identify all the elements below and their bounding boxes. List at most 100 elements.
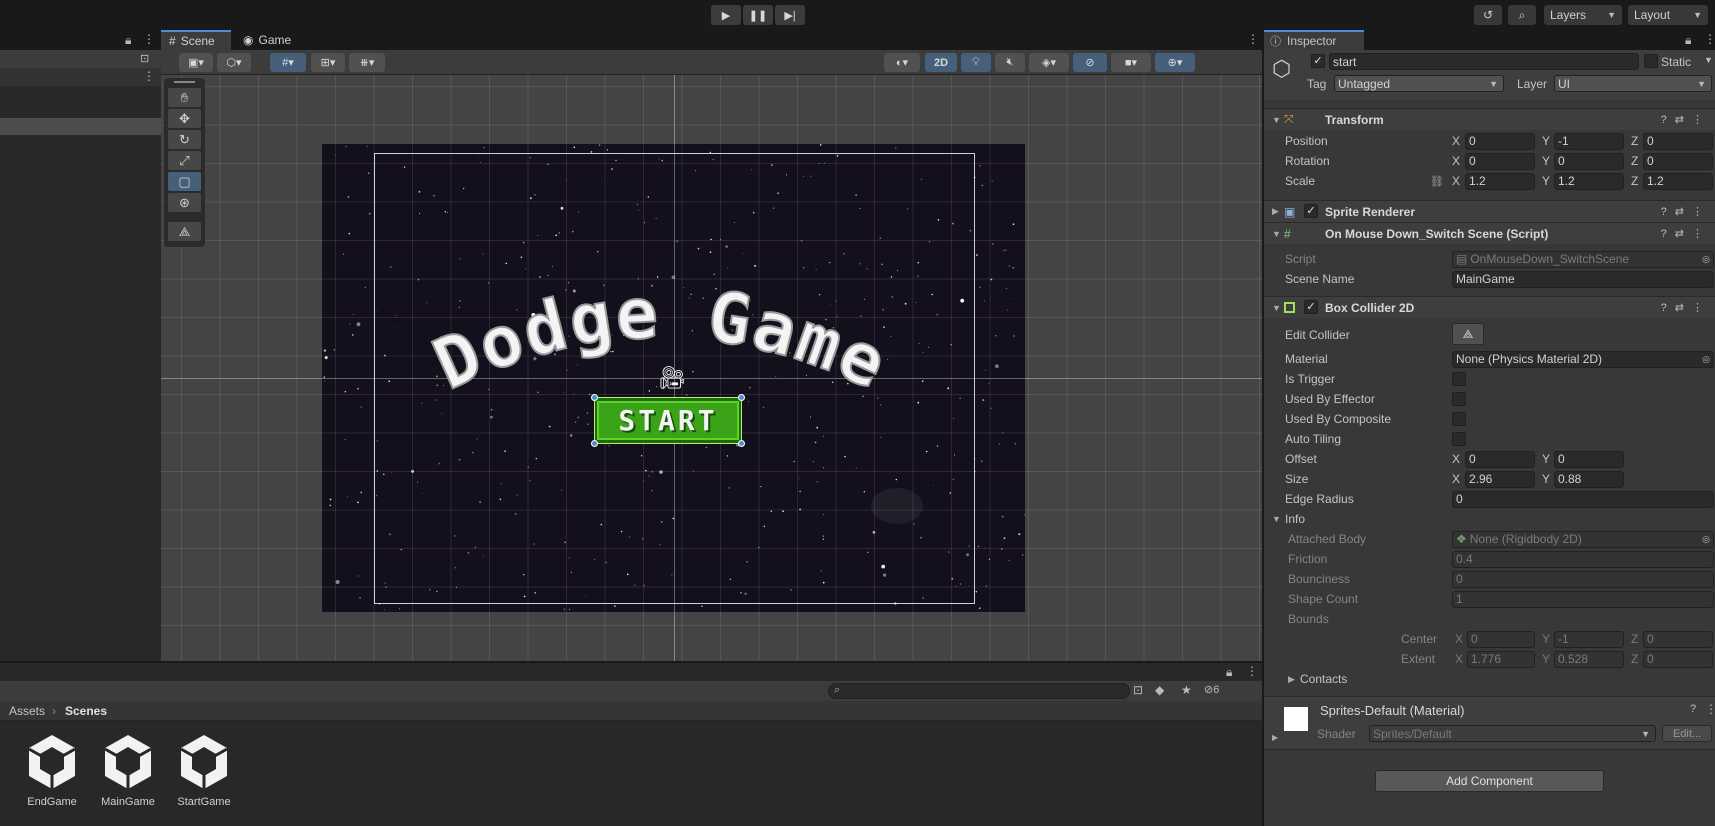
sprite-renderer-header[interactable]: ▶ ▣ ✓ Sprite Renderer ?⇄⋮: [1264, 200, 1715, 222]
rotation-x-field[interactable]: 0: [1465, 152, 1535, 170]
object-name-field[interactable]: start: [1329, 53, 1639, 70]
camera-dropdown[interactable]: ■▾: [1111, 53, 1151, 72]
position-z-field[interactable]: 0: [1643, 132, 1713, 150]
link-broken-icon[interactable]: ⛓︎: [1430, 175, 1444, 188]
rect-handle-top-left[interactable]: [591, 394, 598, 401]
tag-dropdown[interactable]: Untagged ▼: [1334, 75, 1504, 92]
rect-handle-bottom-right[interactable]: [738, 440, 745, 447]
kebab-menu-icon[interactable]: ⋮: [1705, 702, 1715, 716]
gizmos-dropdown[interactable]: ⊕▾: [1155, 53, 1195, 72]
sprite-renderer-enabled-checkbox[interactable]: ✓: [1304, 204, 1318, 218]
kebab-menu-icon[interactable]: ⋮: [1247, 32, 1259, 46]
audio-toggle[interactable]: 🔇︎: [995, 53, 1025, 72]
breadcrumb-assets[interactable]: Assets: [9, 704, 45, 718]
tab-game[interactable]: ◉ Game: [235, 30, 305, 50]
search-by-type-icon[interactable]: ⊡: [1133, 683, 1143, 697]
position-x-field[interactable]: 0: [1465, 132, 1535, 150]
used-by-composite-checkbox[interactable]: [1452, 412, 1466, 426]
position-y-field[interactable]: -1: [1554, 132, 1624, 150]
rotation-y-field[interactable]: 0: [1554, 152, 1624, 170]
move-tool[interactable]: ✥: [168, 109, 201, 128]
lock-icon[interactable]: 🔒︎: [1685, 33, 1691, 48]
chevron-down-icon[interactable]: ▼: [1704, 55, 1713, 65]
component-actions[interactable]: ?⇄⋮: [1661, 205, 1711, 218]
lock-icon[interactable]: 🔒︎: [1226, 665, 1232, 680]
hand-tool[interactable]: ✋︎: [168, 88, 201, 107]
pause-button[interactable]: ❚❚: [743, 5, 773, 25]
scale-y-field[interactable]: 1.2: [1554, 172, 1624, 190]
size-x-field[interactable]: 2.96: [1465, 470, 1535, 488]
scale-x-field[interactable]: 1.2: [1465, 172, 1535, 190]
kebab-menu-icon[interactable]: ⋮: [1704, 32, 1715, 46]
tab-scene[interactable]: # Scene: [161, 30, 231, 50]
used-by-effector-checkbox[interactable]: [1452, 392, 1466, 406]
rect-handle-top-right[interactable]: [738, 394, 745, 401]
box-collider-header[interactable]: ▼ ✓ Box Collider 2D ?⇄⋮: [1264, 296, 1715, 318]
gameobject-cube-icon[interactable]: ⬡: [1272, 56, 1291, 82]
shader-edit-button[interactable]: Edit...: [1662, 725, 1712, 742]
hierarchy-search-bar[interactable]: ⊡: [0, 50, 161, 68]
active-checkbox[interactable]: ✓: [1311, 54, 1325, 68]
foldout-collapsed-icon[interactable]: ▶: [1272, 733, 1278, 742]
scene-name-field[interactable]: MainGame: [1452, 270, 1714, 288]
asset-scene-startgame[interactable]: StartGame: [166, 733, 242, 808]
component-actions[interactable]: ?⇄⋮: [1661, 113, 1711, 126]
lighting-toggle[interactable]: 💡︎: [961, 53, 991, 72]
offset-x-field[interactable]: 0: [1465, 450, 1535, 468]
search-filter-icon[interactable]: ⊡: [140, 52, 149, 65]
drag-handle[interactable]: [174, 81, 195, 83]
material-preview[interactable]: [1284, 707, 1308, 731]
rotate-tool[interactable]: ↻: [168, 130, 201, 149]
edit-collider-button[interactable]: ⟁: [1452, 323, 1484, 345]
gizmo-grid-dropdown[interactable]: ⧻▾: [349, 53, 385, 72]
step-button[interactable]: ▶|: [775, 5, 805, 25]
hidden-packages-toggle[interactable]: ⊘6: [1204, 683, 1219, 696]
is-trigger-checkbox[interactable]: [1452, 372, 1466, 386]
custom-tool[interactable]: ⟁: [168, 222, 201, 241]
scale-tool[interactable]: ⤢: [168, 151, 201, 170]
material-field[interactable]: None (Physics Material 2D) ◎: [1452, 350, 1714, 368]
rect-tool[interactable]: ▢: [168, 172, 201, 191]
tab-inspector[interactable]: ⓘ Inspector: [1264, 30, 1364, 50]
history-button[interactable]: ↺: [1474, 5, 1502, 25]
attached-body-field[interactable]: ❖ None (Rigidbody 2D) ◎: [1452, 530, 1714, 548]
layers-dropdown[interactable]: Layers ▼: [1544, 5, 1622, 25]
contacts-foldout-row[interactable]: ▶ Contacts: [1264, 670, 1715, 688]
breadcrumb-scenes[interactable]: Scenes: [65, 704, 107, 718]
project-search-input[interactable]: ⌕: [828, 683, 1130, 699]
2d-mode-toggle[interactable]: 2D: [925, 53, 957, 72]
transform-header[interactable]: ▼ ⤧ Transform ?⇄⋮: [1264, 108, 1715, 130]
help-icon[interactable]: ?: [1690, 703, 1696, 715]
auto-tiling-checkbox[interactable]: [1452, 432, 1466, 446]
asset-scene-maingame[interactable]: MainGame: [90, 733, 166, 808]
hierarchy-scene-row[interactable]: ⋮: [0, 68, 161, 86]
asset-scene-endgame[interactable]: EndGame: [14, 733, 90, 808]
lock-icon[interactable]: 🔒︎: [125, 33, 131, 48]
scene-view[interactable]: Dodge Game 🎥︎ START ✋︎ ✥ ↻ ⤢ ▢ ⊛ ⟁: [161, 75, 1262, 661]
size-y-field[interactable]: 0.88: [1554, 470, 1624, 488]
rotation-z-field[interactable]: 0: [1643, 152, 1713, 170]
grid-snap-dropdown[interactable]: #▾: [270, 53, 306, 72]
box-collider-enabled-checkbox[interactable]: ✓: [1304, 300, 1318, 314]
kebab-menu-icon[interactable]: ⋮: [143, 32, 155, 46]
draw-mode-dropdown[interactable]: ▣▾: [179, 53, 213, 72]
hierarchy-selected-row[interactable]: [0, 118, 161, 135]
component-actions[interactable]: ?⇄⋮: [1661, 301, 1711, 314]
add-component-button[interactable]: Add Component: [1375, 770, 1604, 792]
layer-dropdown[interactable]: UI ▼: [1554, 75, 1712, 92]
kebab-menu-icon[interactable]: ⋮: [1246, 664, 1258, 678]
transform-tool[interactable]: ⊛: [168, 193, 201, 212]
static-checkbox[interactable]: [1644, 54, 1658, 68]
effects-dropdown[interactable]: ◈▾: [1029, 53, 1069, 72]
edge-radius-field[interactable]: 0: [1452, 490, 1714, 508]
shading-dropdown[interactable]: ◐▾: [884, 53, 920, 72]
rect-handle-bottom-left[interactable]: [591, 440, 598, 447]
kebab-menu-icon[interactable]: ⋮: [143, 69, 155, 83]
info-foldout-row[interactable]: ▼ Info: [1264, 510, 1715, 528]
render-mode-dropdown[interactable]: ⬡▾: [217, 53, 251, 72]
script-field[interactable]: ▤ OnMouseDown_SwitchScene ◎: [1452, 250, 1714, 268]
scale-z-field[interactable]: 1.2: [1643, 172, 1713, 190]
favorite-star-icon[interactable]: ★: [1181, 683, 1192, 697]
script-component-header[interactable]: ▼ # On Mouse Down_Switch Scene (Script) …: [1264, 222, 1715, 244]
layout-dropdown[interactable]: Layout ▼: [1628, 5, 1708, 25]
